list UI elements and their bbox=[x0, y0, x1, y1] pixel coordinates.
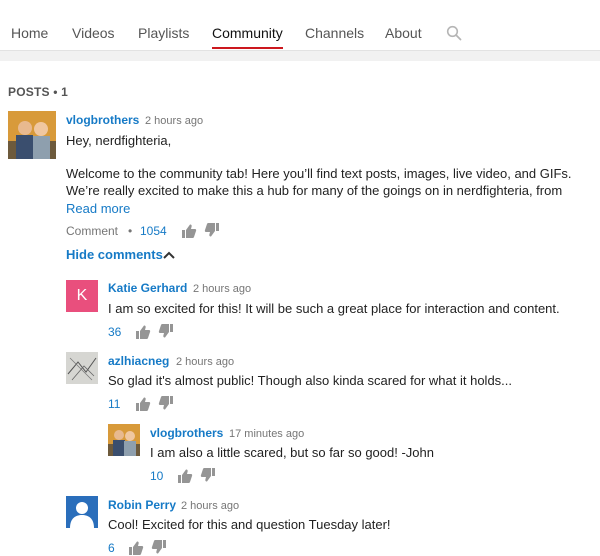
tab-playlists[interactable]: Playlists bbox=[138, 0, 189, 50]
commenter-avatar[interactable] bbox=[66, 496, 98, 528]
reply-timestamp[interactable]: 17 minutes ago bbox=[229, 428, 304, 440]
comment-text: I am so excited for this! It will be suc… bbox=[108, 301, 560, 316]
comment-author-name[interactable]: Robin Perry bbox=[108, 498, 176, 512]
comment-timestamp[interactable]: 2 hours ago bbox=[176, 356, 234, 368]
commenter-avatar[interactable] bbox=[66, 352, 98, 384]
post-text-line: Welcome to the community tab! Here you’l… bbox=[66, 166, 572, 181]
post-author-avatar[interactable] bbox=[8, 111, 56, 159]
comment-button[interactable]: Comment bbox=[66, 224, 118, 238]
chevron-up-icon[interactable] bbox=[163, 251, 175, 259]
thumbs-down-icon[interactable] bbox=[151, 539, 167, 555]
commenter-avatar[interactable]: K bbox=[66, 280, 98, 312]
post-text-line: Hey, nerdfighteria, bbox=[66, 133, 172, 148]
posts-count-header: POSTS • 1 bbox=[8, 85, 69, 99]
thumbs-up-icon[interactable] bbox=[181, 223, 197, 239]
thumbs-up-icon[interactable] bbox=[128, 540, 144, 556]
comment-timestamp[interactable]: 2 hours ago bbox=[193, 283, 251, 295]
post-author-name[interactable]: vlogbrothers bbox=[66, 113, 139, 127]
hide-comments-toggle[interactable]: Hide comments bbox=[66, 247, 163, 262]
tab-about[interactable]: About bbox=[385, 0, 422, 50]
reply-author-avatar[interactable] bbox=[108, 424, 140, 456]
community-feed: POSTS • 1 vlogbrothers 2 hours ago Hey, … bbox=[0, 51, 600, 555]
like-count: 1054 bbox=[140, 224, 167, 238]
thumbs-down-icon[interactable] bbox=[158, 395, 174, 411]
comment-text: So glad it's almost public! Though also … bbox=[108, 373, 513, 388]
avatar-initial: K bbox=[76, 287, 88, 304]
tab-videos[interactable]: Videos bbox=[72, 0, 115, 50]
comment-like-count: 36 bbox=[108, 325, 122, 339]
read-more-link[interactable]: Read more bbox=[66, 201, 130, 216]
thumbs-up-icon[interactable] bbox=[135, 396, 151, 412]
thumbs-down-icon[interactable] bbox=[204, 222, 220, 238]
comment-like-count: 11 bbox=[108, 397, 121, 411]
thumbs-up-icon[interactable] bbox=[177, 468, 193, 484]
channel-tab-bar: Home Videos Playlists Community Channels… bbox=[0, 0, 600, 51]
post-timestamp[interactable]: 2 hours ago bbox=[145, 115, 203, 127]
tab-community[interactable]: Community bbox=[212, 0, 283, 50]
comment-text: Cool! Excited for this and question Tues… bbox=[108, 517, 391, 532]
tab-home[interactable]: Home bbox=[11, 0, 48, 50]
reply-text: I am also a little scared, but so far so… bbox=[150, 445, 434, 460]
thumbs-down-icon[interactable] bbox=[200, 467, 216, 483]
separator-dot: • bbox=[128, 224, 133, 238]
reply-like-count: 10 bbox=[150, 469, 164, 483]
post-text-line: We’re really excited to make this a hub … bbox=[66, 183, 563, 198]
tab-channels[interactable]: Channels bbox=[305, 0, 364, 50]
thumbs-down-icon[interactable] bbox=[158, 323, 174, 339]
comment-author-name[interactable]: Katie Gerhard bbox=[108, 281, 187, 295]
reply-author-name[interactable]: vlogbrothers bbox=[150, 426, 223, 440]
search-icon[interactable] bbox=[446, 25, 462, 41]
comment-like-count: 6 bbox=[108, 541, 115, 555]
thumbs-up-icon[interactable] bbox=[135, 324, 151, 340]
comment-author-name[interactable]: azlhiacneg bbox=[108, 354, 169, 368]
comment-timestamp[interactable]: 2 hours ago bbox=[181, 500, 239, 512]
